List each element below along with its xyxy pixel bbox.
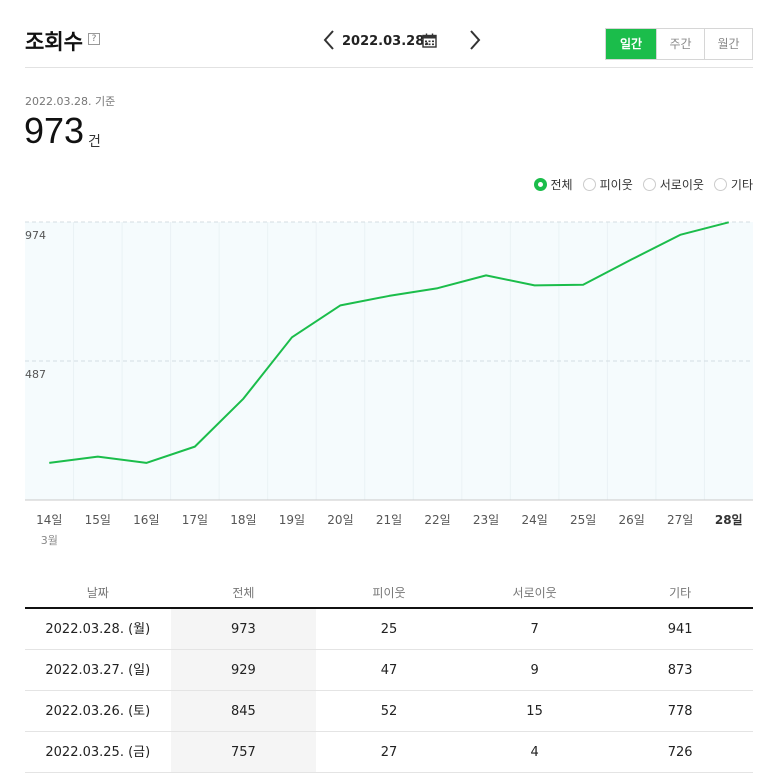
views-line-chart: 974 487 14일 15일 16일 17일 18일 19일 20일 21일 22일 23일 24일 2… — [25, 221, 753, 547]
period-toggle: 일간 주간 월간 — [605, 28, 753, 60]
table-cell: 2022.03.27. (일) — [45, 663, 151, 678]
legend-label: 피이웃 — [599, 178, 633, 192]
legend-label: 서로이웃 — [659, 178, 704, 192]
legend-label: 전체 — [550, 178, 573, 192]
table-cell: 52 — [380, 704, 398, 719]
x-tick-label: 14일 — [36, 513, 62, 527]
table-cell: 778 — [667, 704, 693, 719]
x-tick-label: 26일 — [619, 513, 645, 527]
calendar-icon[interactable] — [422, 33, 437, 48]
x-tick-label: 19일 — [279, 513, 305, 527]
table-row: 2022.03.25. (금) 757 27 4 726 — [25, 732, 753, 773]
table-row: 2022.03.28. (월) 973 25 7 941 — [25, 609, 753, 650]
table-cell: 941 — [667, 622, 693, 637]
table-cell: 2022.03.26. (토) — [45, 704, 151, 719]
legend-neighbor[interactable]: 피이웃 — [582, 176, 633, 193]
help-icon[interactable]: ? — [88, 33, 100, 45]
x-tick-label: 28일 — [715, 513, 743, 527]
legend-all[interactable]: 전체 — [533, 176, 573, 193]
current-date: 2022.03.28. — [342, 34, 430, 49]
table-row: 2022.03.26. (토) 845 52 15 778 — [25, 691, 753, 732]
chevron-left-icon — [323, 30, 334, 50]
header: 조회수 ? 2022.03.28. 일간 주간 월간 — [25, 22, 753, 68]
column-header: 기타 — [669, 586, 692, 600]
radio-icon — [582, 178, 596, 191]
x-tick-label: 15일 — [85, 513, 111, 527]
legend-other[interactable]: 기타 — [713, 176, 753, 193]
table-row: 2022.03.27. (일) 929 47 9 873 — [25, 650, 753, 691]
radio-selected-icon — [533, 178, 547, 191]
next-date-button[interactable] — [467, 28, 483, 52]
table-cell: 15 — [526, 704, 543, 719]
table-cell: 27 — [380, 745, 398, 760]
x-month-label: 3월 — [41, 534, 58, 547]
table-cell: 9 — [530, 663, 539, 678]
legend-label: 기타 — [730, 178, 753, 192]
table-cell: 7 — [530, 622, 539, 637]
total-views-unit: 건 — [88, 134, 101, 150]
stats-table: 날짜 전체 피이웃 서로이웃 기타 2022.03.28. (월) 973 25 7 941 20… — [25, 580, 753, 773]
table-cell: 4 — [530, 745, 539, 760]
series-legend: 전체 피이웃 서로이웃 기타 — [533, 176, 753, 193]
x-tick-label: 21일 — [376, 513, 402, 527]
table-cell: 2022.03.25. (금) — [45, 745, 151, 760]
table-cell: 47 — [380, 663, 398, 678]
legend-mutual[interactable]: 서로이웃 — [642, 176, 704, 193]
table-cell: 845 — [170, 691, 317, 731]
radio-icon — [642, 178, 656, 191]
period-monthly-button[interactable]: 월간 — [704, 29, 752, 59]
column-header: 피이웃 — [372, 586, 406, 600]
x-tick-label: 18일 — [230, 513, 256, 527]
table-cell: 2022.03.28. (월) — [45, 622, 151, 637]
total-views-value: 973 — [24, 110, 85, 151]
prev-date-button[interactable] — [321, 28, 337, 52]
table-cell: 726 — [667, 745, 693, 760]
table-cell: 929 — [170, 650, 317, 690]
chevron-right-icon — [470, 30, 481, 50]
column-header: 서로이웃 — [512, 586, 557, 600]
x-tick-label: 22일 — [424, 513, 450, 527]
y-tick-label: 487 — [25, 368, 46, 381]
x-tick-label: 16일 — [133, 513, 159, 527]
x-tick-label: 27일 — [667, 513, 693, 527]
table-header: 날짜 전체 피이웃 서로이웃 기타 — [25, 580, 753, 609]
y-tick-label: 974 — [25, 229, 46, 242]
table-cell: 25 — [380, 622, 398, 637]
x-tick-label: 23일 — [473, 513, 499, 527]
table-cell: 757 — [170, 732, 317, 772]
table-cell: 873 — [667, 663, 693, 678]
page-title: 조회수 — [25, 30, 83, 54]
column-header: 전체 — [232, 586, 255, 600]
basis-date: 2022.03.28. 기준 — [25, 95, 116, 108]
x-tick-label: 20일 — [327, 513, 353, 527]
x-tick-label: 25일 — [570, 513, 596, 527]
column-header: 날짜 — [86, 586, 109, 600]
table-body: 2022.03.28. (월) 973 25 7 941 2022.03.27. (일) 9… — [25, 609, 753, 773]
x-tick-label: 17일 — [182, 513, 208, 527]
radio-icon — [713, 178, 727, 191]
table-cell: 973 — [170, 609, 317, 649]
x-tick-label: 24일 — [521, 513, 547, 527]
period-daily-button[interactable]: 일간 — [606, 29, 656, 59]
period-weekly-button[interactable]: 주간 — [656, 29, 704, 59]
